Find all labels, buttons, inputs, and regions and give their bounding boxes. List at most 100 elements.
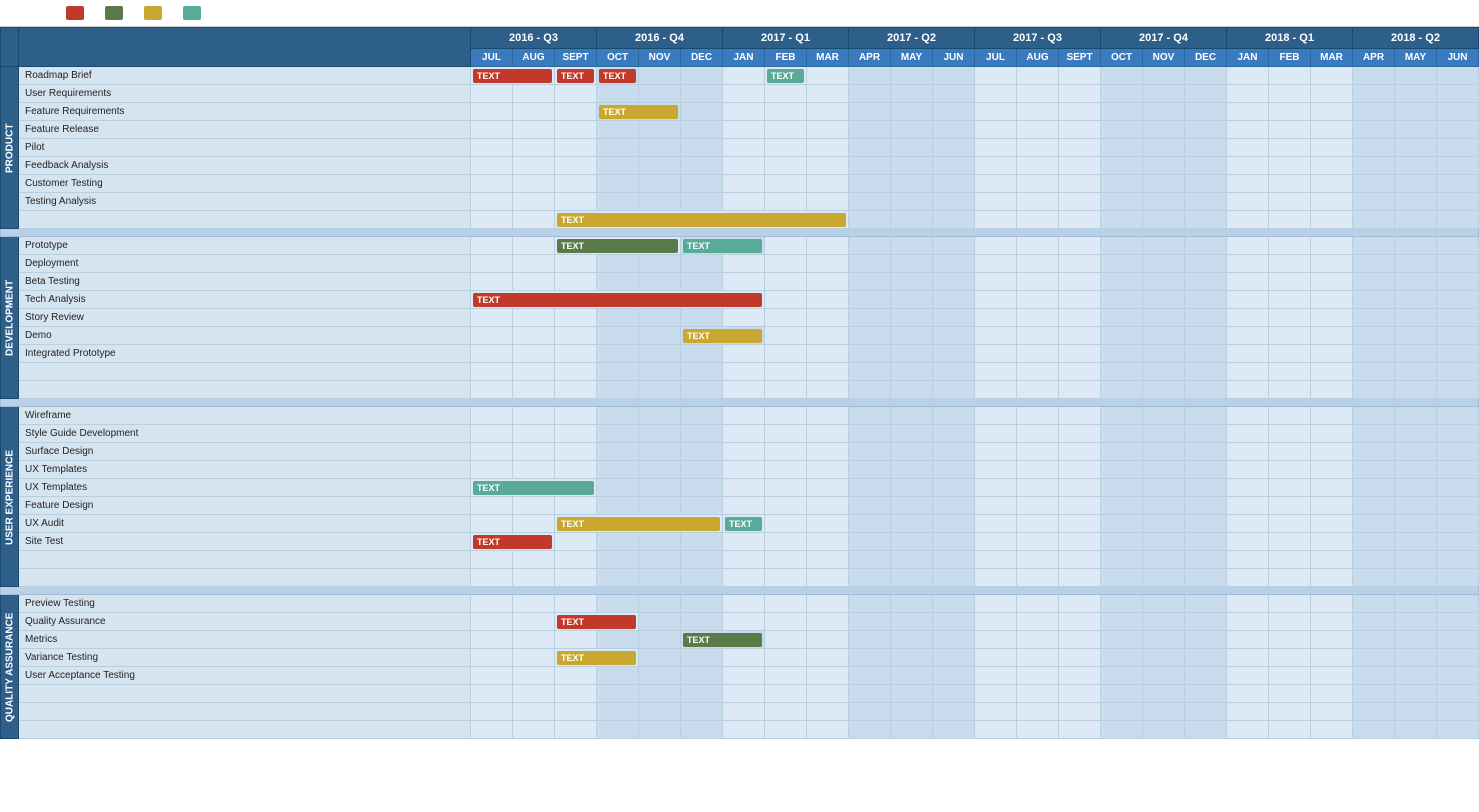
gantt-cell <box>597 551 639 569</box>
gantt-cell <box>471 497 513 515</box>
gantt-cell <box>1017 703 1059 721</box>
gantt-cell <box>1353 551 1395 569</box>
gantt-cell <box>597 121 639 139</box>
gantt-cell <box>1185 193 1227 211</box>
gantt-cell <box>975 569 1017 587</box>
gantt-cell <box>471 175 513 193</box>
gantt-cell <box>1101 497 1143 515</box>
gantt-cell <box>849 569 891 587</box>
gantt-cell <box>471 345 513 363</box>
gantt-cell <box>807 649 849 667</box>
gantt-cell <box>933 291 975 309</box>
gantt-cell <box>639 381 681 399</box>
gantt-cell <box>807 291 849 309</box>
gantt-cell <box>975 193 1017 211</box>
row-label: Tech Analysis <box>19 291 471 309</box>
gantt-cell <box>1101 381 1143 399</box>
gantt-cell <box>1353 569 1395 587</box>
gantt-cell <box>1143 497 1185 515</box>
gantt-cell <box>975 407 1017 425</box>
gantt-cell <box>471 667 513 685</box>
gantt-cell <box>891 613 933 631</box>
gantt-cell <box>1227 479 1269 497</box>
gantt-cell <box>1059 273 1101 291</box>
gantt-cell <box>933 211 975 229</box>
gantt-cell <box>1395 443 1437 461</box>
gantt-cell <box>807 157 849 175</box>
gantt-cell <box>1353 211 1395 229</box>
gantt-cell <box>681 497 723 515</box>
gantt-cell <box>1395 139 1437 157</box>
gantt-cell <box>1059 721 1101 739</box>
gantt-cell <box>975 497 1017 515</box>
gantt-cell <box>1311 425 1353 443</box>
row-label: Roadmap Brief <box>19 67 471 85</box>
gantt-cell <box>1017 211 1059 229</box>
table-row: Style Guide Development <box>1 425 1479 443</box>
gantt-cell <box>1353 157 1395 175</box>
gantt-cell <box>723 139 765 157</box>
gantt-cell <box>1017 533 1059 551</box>
gantt-cell <box>765 309 807 327</box>
gantt-cell <box>849 291 891 309</box>
gantt-cell <box>513 685 555 703</box>
gantt-cell <box>765 157 807 175</box>
gantt-cell <box>1017 631 1059 649</box>
gantt-cell <box>723 443 765 461</box>
gantt-cell <box>975 533 1017 551</box>
gantt-cell <box>1269 479 1311 497</box>
gantt-cell <box>1269 157 1311 175</box>
gantt-cell <box>1227 211 1269 229</box>
table-row: User Acceptance Testing <box>1 667 1479 685</box>
gantt-cell <box>1437 685 1479 703</box>
gantt-cell <box>1353 255 1395 273</box>
gantt-cell <box>891 515 933 533</box>
gantt-cell <box>555 595 597 613</box>
gantt-cell <box>471 85 513 103</box>
gantt-cell <box>891 685 933 703</box>
gantt-cell <box>933 121 975 139</box>
gantt-cell <box>1437 381 1479 399</box>
gantt-cell <box>765 667 807 685</box>
gantt-cell <box>1017 193 1059 211</box>
header <box>0 0 1479 27</box>
gantt-cell <box>1227 291 1269 309</box>
gantt-cell <box>1311 291 1353 309</box>
gantt-cell <box>471 309 513 327</box>
gantt-cell <box>1143 533 1185 551</box>
gantt-cell <box>1437 721 1479 739</box>
month-header: MAY <box>1395 49 1437 67</box>
gantt-cell <box>1059 515 1101 533</box>
gantt-cell <box>1059 649 1101 667</box>
gantt-cell <box>681 551 723 569</box>
gantt-cell <box>1395 175 1437 193</box>
gantt-cell <box>723 613 765 631</box>
gantt-cell: TEXT <box>723 515 765 533</box>
gantt-cell <box>597 595 639 613</box>
gantt-cell <box>723 103 765 121</box>
gantt-cell <box>849 211 891 229</box>
row-label <box>19 381 471 399</box>
row-label <box>19 569 471 587</box>
gantt-cell <box>891 103 933 121</box>
gantt-cell <box>1017 309 1059 327</box>
gantt-cell <box>1143 121 1185 139</box>
gantt-cell <box>1185 461 1227 479</box>
gantt-cell <box>1437 551 1479 569</box>
gantt-cell <box>849 667 891 685</box>
gantt-cell <box>723 721 765 739</box>
gantt-cell <box>639 327 681 345</box>
month-header: NOV <box>639 49 681 67</box>
gantt-cell <box>849 685 891 703</box>
month-header: MAR <box>1311 49 1353 67</box>
roadmap-container[interactable]: 2016 - Q32016 - Q42017 - Q12017 - Q22017… <box>0 27 1479 739</box>
gantt-cell <box>597 157 639 175</box>
gantt-cell <box>681 461 723 479</box>
gantt-cell <box>1059 461 1101 479</box>
table-row: Pilot <box>1 139 1479 157</box>
gantt-cell <box>723 497 765 515</box>
gantt-cell <box>1269 685 1311 703</box>
gantt-cell <box>975 327 1017 345</box>
gantt-cell <box>1059 139 1101 157</box>
gantt-cell <box>1227 363 1269 381</box>
